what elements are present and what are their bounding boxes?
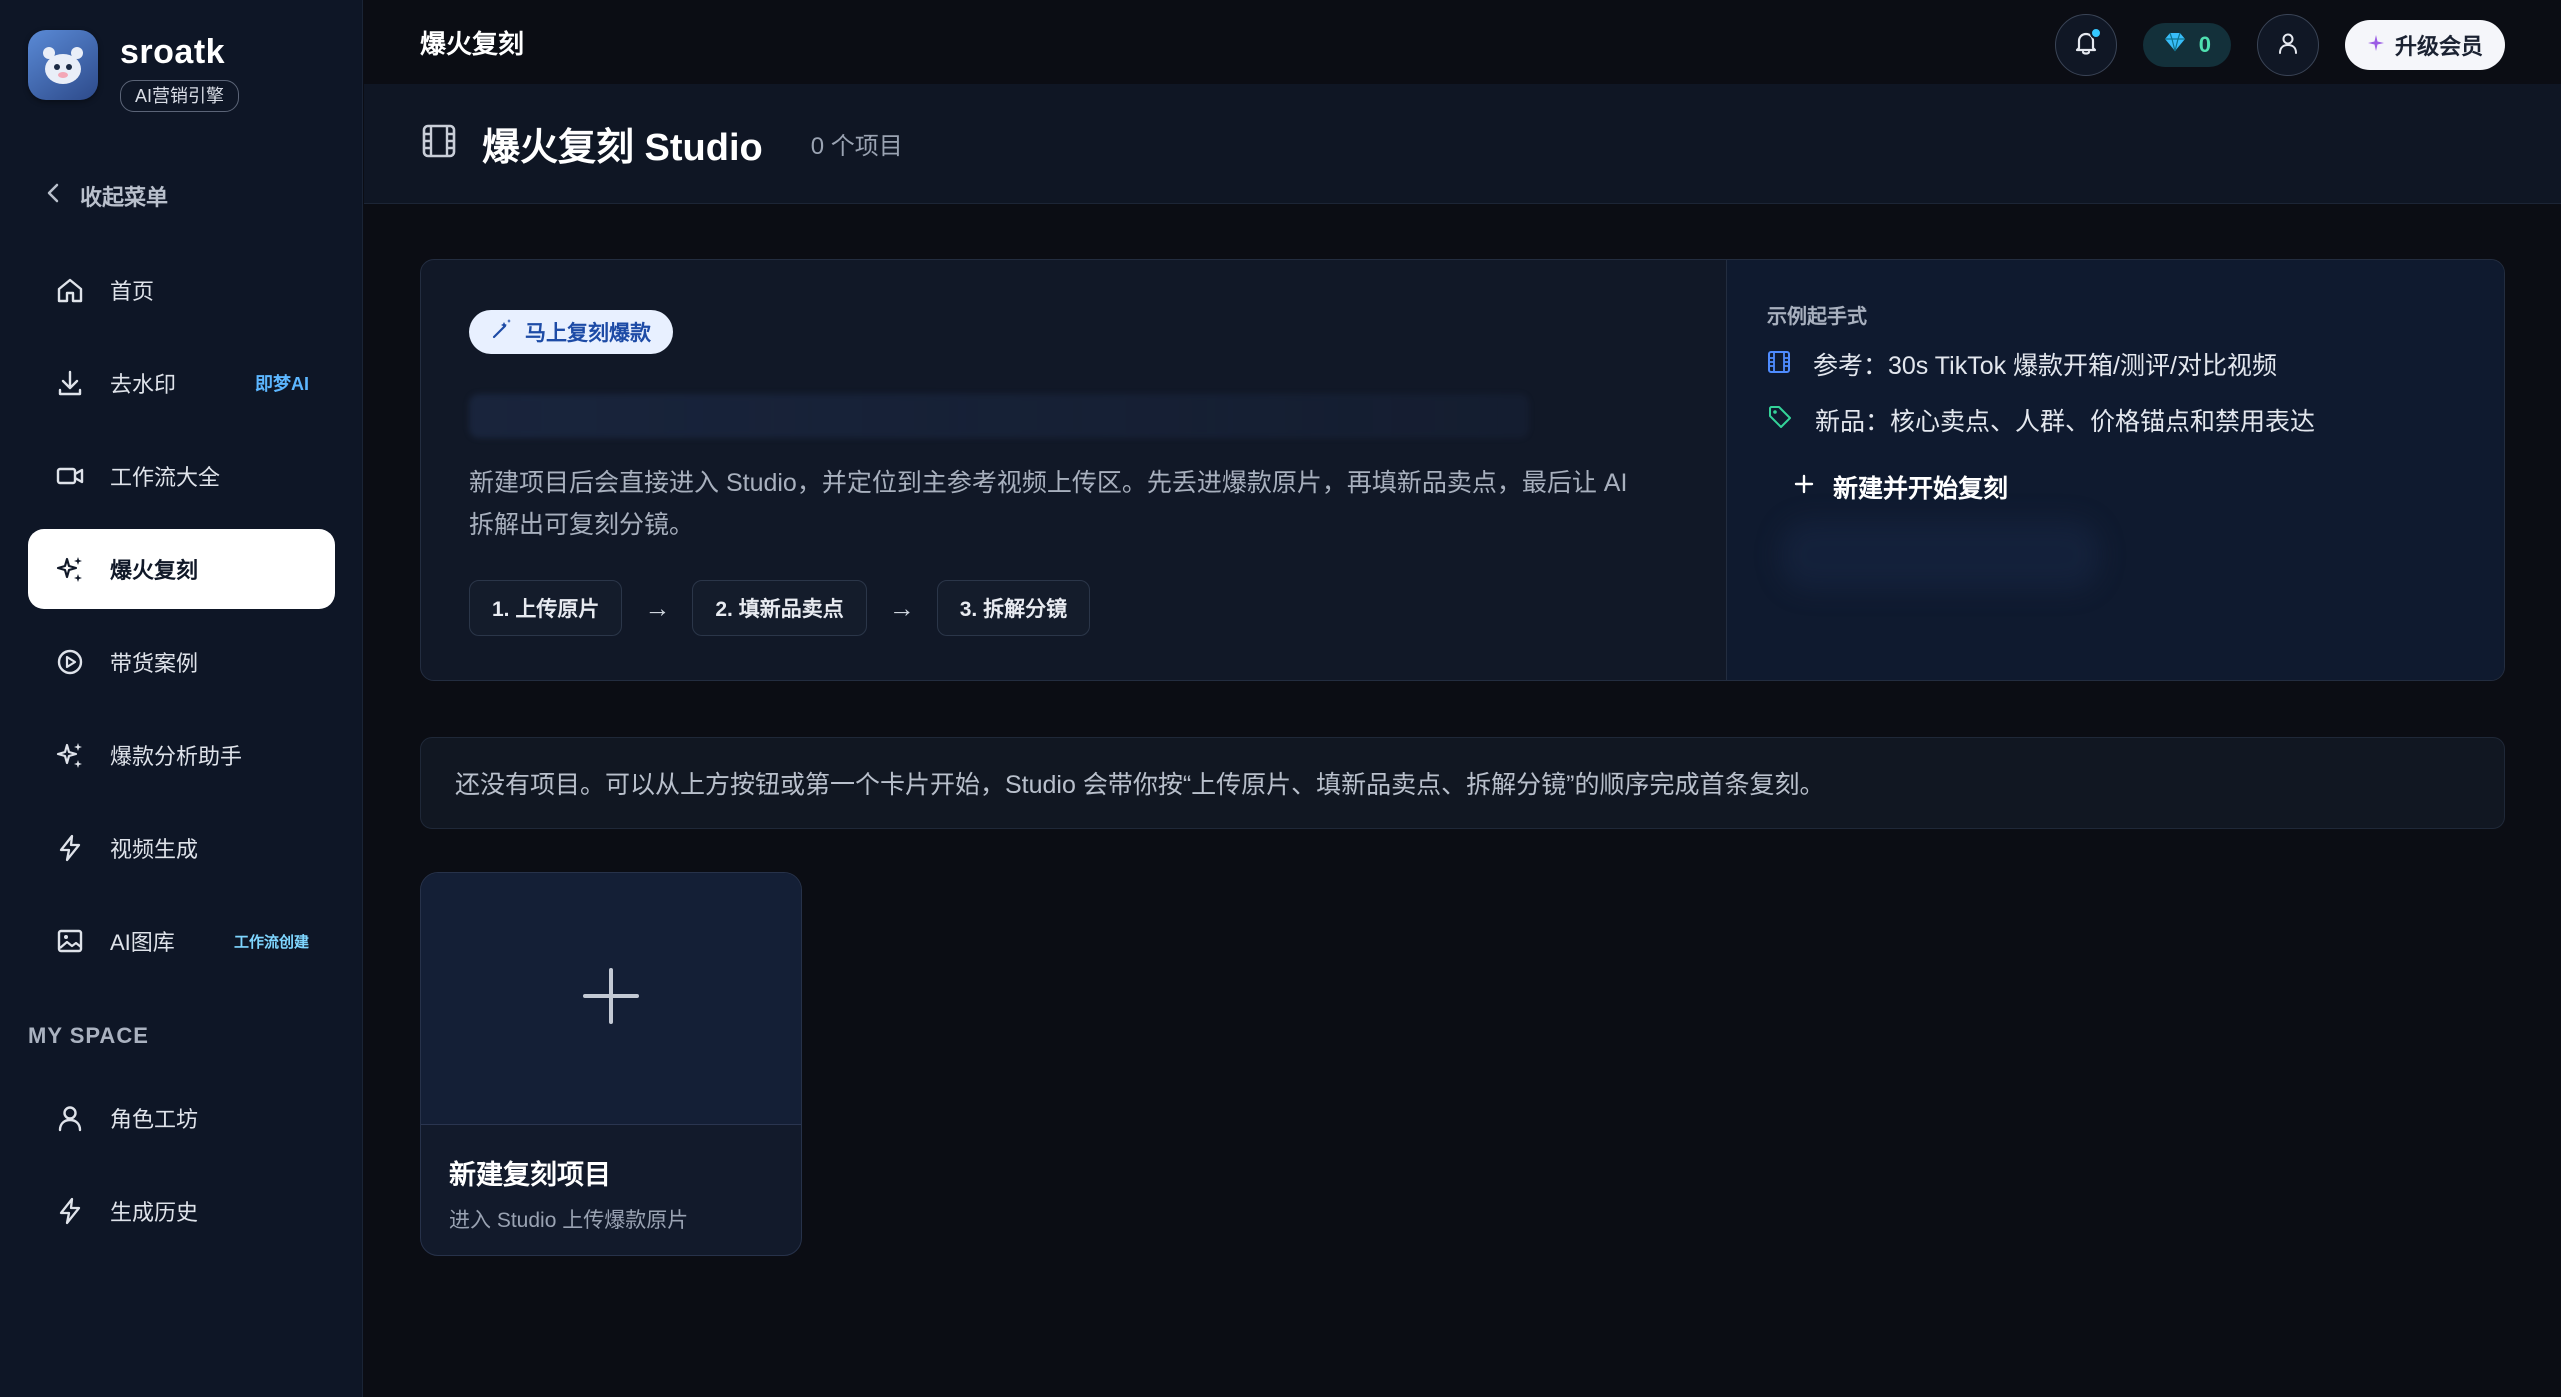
arrow-right-icon: →: [644, 592, 671, 623]
sparkle-icon: [2367, 32, 2385, 58]
example-panel: 示例起手式 参考：30s TikTok 爆款开箱/测评/对比视频 新品：核心卖点…: [1726, 260, 2504, 680]
top-bar: 爆火复刻 0 升级会员: [364, 0, 2561, 84]
download-icon: [54, 367, 86, 399]
sidebar: sroatk AI营销引擎 收起菜单 首页 去水印 即梦AI 工作流大全 爆火复…: [0, 0, 363, 1397]
sidebar-item-label: 去水印: [110, 372, 177, 397]
image-icon: [54, 925, 86, 957]
sidebar-item-watermark[interactable]: 去水印 即梦AI: [28, 343, 335, 423]
sidebar-item-label: 生成历史: [110, 1200, 199, 1225]
sidebar-item-label: 角色工坊: [110, 1107, 199, 1132]
sidebar-item-label: 爆火复刻: [110, 558, 199, 583]
example-new-product: 新品：核心卖点、人群、价格锚点和禁用表达: [1767, 403, 2464, 441]
step-storyboard[interactable]: 3. 拆解分镜: [936, 580, 1091, 636]
plus-icon: [581, 966, 641, 1031]
magic-wand-icon: [491, 318, 513, 346]
sidebar-item-viral-analysis[interactable]: 爆款分析助手: [28, 715, 335, 795]
sidebar-item-tag: 即梦AI: [255, 374, 309, 394]
brand-badge: AI营销引擎: [120, 80, 240, 112]
my-space-nav: 角色工坊 生成历史: [28, 1078, 335, 1264]
section-title-my-space: MY SPACE: [28, 1023, 149, 1048]
film-icon: [420, 122, 458, 165]
upgrade-label: 升级会员: [2394, 34, 2483, 59]
hero-card: 马上复刻爆款 新建项目后会直接进入 Studio，并定位到主参考视频上传区。先丢…: [420, 259, 2505, 681]
example-reference-text: 参考：30s TikTok 爆款开箱/测评/对比视频: [1813, 352, 2277, 380]
sidebar-item-tag: 工作流创建: [233, 933, 309, 951]
sidebar-nav: 首页 去水印 即梦AI 工作流大全 爆火复刻 带货案例 爆款分析助手 视频生成 …: [28, 250, 335, 994]
sidebar-item-label: AI图库: [110, 930, 175, 955]
lightning-icon: [54, 1195, 86, 1227]
notification-dot: [2089, 27, 2102, 39]
tag-icon: [1767, 403, 1793, 441]
project-count: 0 个项目: [810, 133, 903, 160]
plus-icon: [1793, 473, 1815, 502]
example-title: 示例起手式: [1767, 306, 1867, 328]
sparkles-icon: [54, 553, 86, 585]
quick-replicate-chip[interactable]: 马上复刻爆款: [469, 310, 673, 354]
collapse-menu-button[interactable]: 收起菜单: [46, 180, 168, 212]
hero-intro: 马上复刻爆款 新建项目后会直接进入 Studio，并定位到主参考视频上传区。先丢…: [421, 260, 1726, 680]
new-project-subtitle: 进入 Studio 上传爆款原片: [449, 1209, 689, 1232]
steps-row: 1. 上传原片 → 2. 填新品卖点 → 3. 拆解分镜: [469, 580, 1678, 636]
user-icon: [54, 1102, 86, 1134]
blurred-headline: [469, 394, 1529, 438]
hero-description: 新建项目后会直接进入 Studio，并定位到主参考视频上传区。先丢进爆款原片，再…: [469, 469, 1628, 539]
topbar-title: 爆火复刻: [420, 28, 525, 59]
video-camera-icon: [54, 460, 86, 492]
notifications-button[interactable]: [2054, 14, 2117, 76]
chip-label: 马上复刻爆款: [525, 322, 651, 345]
user-icon: [2275, 30, 2301, 61]
new-and-start-button[interactable]: 新建并开始复刻: [1793, 469, 2464, 505]
top-actions: 0 升级会员: [2054, 14, 2505, 76]
sidebar-item-ai-gallery[interactable]: AI图库 工作流创建: [28, 901, 335, 981]
new-project-title: 新建复刻项目: [449, 1160, 611, 1190]
page-header: 爆火复刻 Studio 0 个项目: [364, 84, 2561, 204]
sidebar-item-label: 首页: [110, 279, 155, 304]
button-glow: [1780, 520, 2100, 590]
gem-count: 0: [2198, 32, 2211, 57]
sidebar-item-home[interactable]: 首页: [28, 250, 335, 330]
gem-balance[interactable]: 0: [2142, 23, 2231, 67]
step-upload[interactable]: 1. 上传原片: [469, 580, 623, 636]
new-project-plus-area[interactable]: [421, 873, 801, 1125]
arrow-right-icon: →: [888, 592, 915, 623]
collapse-menu-label: 收起菜单: [80, 185, 169, 210]
sidebar-item-label: 带货案例: [110, 651, 199, 676]
lightning-icon: [54, 832, 86, 864]
page-title: 爆火复刻 Studio: [482, 127, 763, 169]
sparkles-icon: [54, 739, 86, 771]
sidebar-item-video-generation[interactable]: 视频生成: [28, 808, 335, 888]
chevron-left-icon: [46, 182, 60, 210]
account-button[interactable]: [2256, 14, 2319, 76]
sidebar-item-workflows[interactable]: 工作流大全: [28, 436, 335, 516]
new-project-card[interactable]: 新建复刻项目 进入 Studio 上传爆款原片: [420, 872, 802, 1256]
sidebar-item-label: 视频生成: [110, 837, 199, 862]
sidebar-item-label: 爆款分析助手: [110, 744, 243, 769]
sidebar-item-viral-replicate[interactable]: 爆火复刻: [28, 529, 335, 609]
brand[interactable]: sroatk AI营销引擎: [28, 30, 240, 112]
play-circle-icon: [54, 646, 86, 678]
sidebar-item-generation-history[interactable]: 生成历史: [28, 1171, 335, 1251]
empty-state-notice: 还没有项目。可以从上方按钮或第一个卡片开始，Studio 会带你按“上传原片、填…: [420, 737, 2505, 829]
upgrade-button[interactable]: 升级会员: [2344, 20, 2505, 70]
brand-logo: [28, 30, 98, 100]
sidebar-item-character-workshop[interactable]: 角色工坊: [28, 1078, 335, 1158]
sidebar-item-label: 工作流大全: [110, 465, 221, 490]
example-new-text: 新品：核心卖点、人群、价格锚点和禁用表达: [1815, 408, 2316, 436]
brand-name: sroatk: [120, 33, 226, 71]
step-selling-points[interactable]: 2. 填新品卖点: [692, 580, 867, 636]
diamond-icon: [2163, 31, 2187, 59]
sidebar-item-sales-cases[interactable]: 带货案例: [28, 622, 335, 702]
film-icon: [1767, 347, 1791, 385]
new-start-label: 新建并开始复刻: [1833, 475, 2009, 503]
home-icon: [54, 274, 86, 306]
example-reference: 参考：30s TikTok 爆款开箱/测评/对比视频: [1767, 347, 2464, 385]
